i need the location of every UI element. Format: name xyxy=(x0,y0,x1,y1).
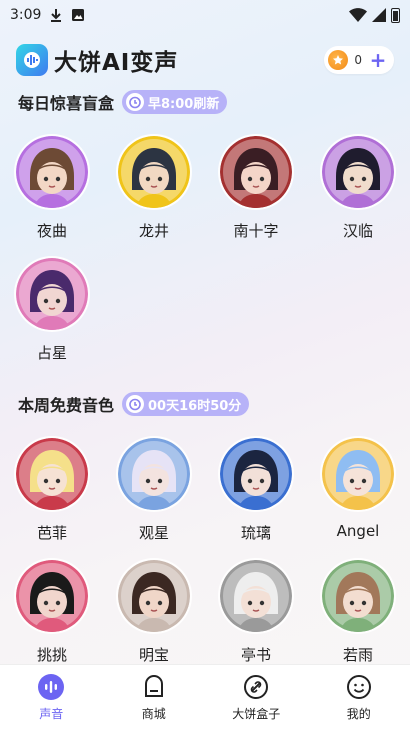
voice-name: 南十字 xyxy=(233,222,279,240)
tab-profile[interactable]: 我的 xyxy=(308,665,410,730)
countdown-label: 00天16时50分 xyxy=(148,398,242,414)
voice-name: 若雨 xyxy=(342,646,373,664)
countdown-badge: 00天16时50分 xyxy=(122,392,250,416)
tab-label: 声音 xyxy=(39,707,64,721)
voice-avatar xyxy=(16,438,88,510)
wifi-icon xyxy=(349,8,367,22)
voice-avatar xyxy=(220,560,292,632)
link-box-icon xyxy=(242,673,270,701)
voice-avatar xyxy=(220,136,292,208)
daily-box-header: 每日惊喜盲盒 早8:00刷新 xyxy=(18,90,228,114)
tab-label: 大饼盒子 xyxy=(232,707,281,721)
shop-icon xyxy=(140,673,168,701)
alarm-clock-icon xyxy=(126,395,145,413)
voice-card[interactable]: 汉临 xyxy=(312,136,404,241)
coin-icon xyxy=(328,50,349,70)
refresh-badge: 早8:00刷新 xyxy=(122,90,228,114)
tab-voice[interactable]: 声音 xyxy=(0,665,103,730)
voice-avatar xyxy=(322,438,394,510)
weekly-free-title: 本周免费音色 xyxy=(18,396,115,415)
status-time: 3:09 xyxy=(10,7,42,23)
voice-avatar xyxy=(16,560,88,632)
daily-box-title: 每日惊喜盲盒 xyxy=(18,94,115,113)
bottom-tab-bar: 声音 商城 大饼盒子 我的 xyxy=(0,664,410,730)
voice-card[interactable]: 龙井 xyxy=(108,136,200,241)
app-header: 大饼AI变声 0 + xyxy=(16,40,394,80)
voice-name: 琉璃 xyxy=(240,524,271,542)
coin-balance[interactable]: 0 + xyxy=(324,46,394,74)
waveform-logo-icon xyxy=(16,44,48,76)
voice-avatar xyxy=(16,136,88,208)
voice-name: 芭菲 xyxy=(36,524,67,542)
voice-card[interactable]: 南十字 xyxy=(210,136,302,241)
voice-name: 占星 xyxy=(36,344,67,362)
voice-card[interactable]: 挑挑 xyxy=(6,560,98,665)
voice-icon xyxy=(37,673,65,701)
voice-name: Angel xyxy=(336,522,380,540)
voice-avatar xyxy=(322,136,394,208)
voice-card[interactable]: 亭书 xyxy=(210,560,302,665)
voice-card[interactable]: Angel xyxy=(312,438,404,540)
voice-card[interactable]: 琉璃 xyxy=(210,438,302,543)
voice-name: 亭书 xyxy=(240,646,271,664)
status-bar: 3:09 xyxy=(0,0,410,30)
voice-avatar xyxy=(118,438,190,510)
signal-icon xyxy=(372,8,386,22)
voice-card[interactable]: 明宝 xyxy=(108,560,200,665)
battery-icon xyxy=(391,7,400,23)
voice-name: 夜曲 xyxy=(36,222,67,240)
voice-name: 观星 xyxy=(138,524,169,542)
voice-card[interactable]: 若雨 xyxy=(312,560,404,665)
voice-name: 龙井 xyxy=(138,222,169,240)
voice-card[interactable]: 占星 xyxy=(6,258,98,363)
voice-card[interactable]: 观星 xyxy=(108,438,200,543)
voice-avatar xyxy=(118,560,190,632)
tab-shop[interactable]: 商城 xyxy=(103,665,206,730)
coin-count: 0 xyxy=(354,53,362,67)
tab-label: 我的 xyxy=(346,707,371,721)
tab-label: 商城 xyxy=(141,707,166,721)
voice-name: 明宝 xyxy=(138,646,169,664)
voice-card[interactable]: 夜曲 xyxy=(6,136,98,241)
voice-name: 挑挑 xyxy=(36,646,67,664)
alarm-clock-icon xyxy=(126,93,145,111)
voice-avatar xyxy=(16,258,88,330)
photo-icon xyxy=(72,9,85,21)
profile-smile-icon xyxy=(345,673,373,701)
weekly-free-header: 本周免费音色 00天16时50分 xyxy=(18,392,250,416)
app-title: 大饼AI变声 xyxy=(54,50,179,76)
voice-card[interactable]: 芭菲 xyxy=(6,438,98,543)
voice-name: 汉临 xyxy=(342,222,373,240)
refresh-label: 早8:00刷新 xyxy=(148,96,220,112)
download-icon xyxy=(51,9,62,22)
tab-dabing-box[interactable]: 大饼盒子 xyxy=(205,665,308,730)
voice-avatar xyxy=(220,438,292,510)
voice-avatar xyxy=(118,136,190,208)
plus-icon[interactable]: + xyxy=(368,50,388,70)
voice-avatar xyxy=(322,560,394,632)
